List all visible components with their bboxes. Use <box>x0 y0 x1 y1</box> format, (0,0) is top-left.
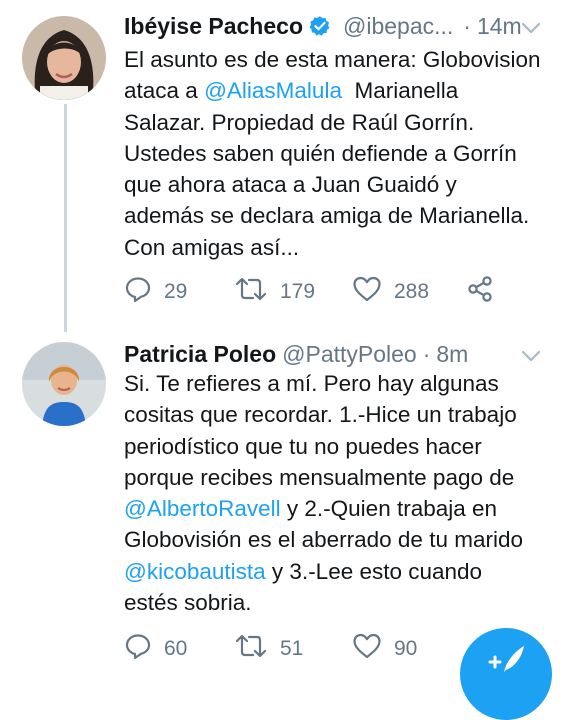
tweet-actions: 29 179 288 <box>124 275 555 309</box>
tweet-text-segment: Globovisión es el aberrado de tu marido <box>124 527 523 553</box>
tweet-text-line: Si. Te refieres a mí. Pero hay algunas <box>124 368 564 399</box>
tweet-text-segment: y 2.-Quien trabaja en <box>280 496 498 522</box>
reply-button[interactable]: 29 <box>124 275 187 309</box>
tweet-text-segment: y 3.-Lee esto cuando <box>265 558 483 584</box>
tweet-patricia-poleo[interactable]: Patricia Poleo @PattyPoleo · 8m Si. Te r… <box>0 332 575 676</box>
tweet-text-segment: Marianella <box>341 78 459 104</box>
retweet-button[interactable]: 51 <box>234 632 303 666</box>
heart-icon <box>352 632 394 666</box>
reply-icon <box>124 632 164 666</box>
dot-separator: · <box>422 340 431 367</box>
tweet-text-segment: estés sobria. <box>124 590 252 616</box>
reply-count: 60 <box>164 637 188 660</box>
user-handle[interactable]: @PattyPoleo <box>282 341 417 368</box>
share-icon <box>466 275 506 309</box>
tweet-text-segment: Ustedes saben quién defiende a Gorrín <box>124 140 517 166</box>
retweet-button[interactable]: 179 <box>234 275 315 309</box>
avatar-ibeyise-pacheco[interactable] <box>22 16 106 100</box>
display-name[interactable]: Ibéyise Pacheco <box>124 13 303 40</box>
tweet-text-line: Ustedes saben quién defiende a Gorrín <box>124 138 564 169</box>
tweet-text-segment: porque recibes mensualmente pago de <box>124 464 515 490</box>
tweet-text-line: estés sobria. <box>124 587 564 618</box>
thread-connector-line <box>64 104 67 332</box>
tweet-text-line: @kicobautista y 3.-Lee esto cuando <box>124 556 564 587</box>
heart-icon <box>352 275 394 309</box>
display-name[interactable]: Patricia Poleo <box>124 341 276 368</box>
compose-tweet-button[interactable] <box>460 628 552 720</box>
share-button[interactable] <box>466 275 506 309</box>
tweet-text: Si. Te refieres a mí. Pero hay algunas co… <box>124 368 564 618</box>
tweet-text-line: que ahora ataca a Juan Guaidó y <box>124 169 564 200</box>
tweet-text-line: porque recibes mensualmente pago de <box>124 462 564 493</box>
reply-icon <box>124 275 164 309</box>
tweet-text-segment: que ahora ataca a Juan Guaidó y <box>124 172 457 198</box>
tweet-header: Ibéyise Pacheco @ibepac... · 14m <box>124 10 555 42</box>
user-handle[interactable]: @ibepac... <box>343 13 453 40</box>
tweet-text: El asunto es de esta manera: Globovision… <box>124 44 564 263</box>
like-count: 90 <box>394 637 418 660</box>
tweet-text-line: Salazar. Propiedad de Raúl Gorrín. <box>124 107 564 138</box>
chevron-down-icon[interactable] <box>521 342 541 369</box>
retweet-icon <box>234 632 280 666</box>
tweet-text-line: El asunto es de esta manera: Globovision <box>124 44 564 75</box>
tweet-text-line: periodístico que tu no puedes hacer <box>124 431 564 462</box>
tweet-text-segment: Si. Te refieres a mí. Pero hay algunas <box>124 371 499 396</box>
dot-separator: · <box>463 12 471 39</box>
like-button[interactable]: 90 <box>352 632 417 666</box>
tweet-text-line: ataca a @AliasMalula Marianella <box>124 75 564 106</box>
timestamp[interactable]: 8m <box>436 341 468 368</box>
mention-link[interactable]: @kicobautista <box>124 559 266 584</box>
mention-link[interactable]: @AliasMalula <box>204 78 342 103</box>
tweet-text-line: cositas que recordar. 1.-Hice un trabajo <box>124 399 564 430</box>
tweet-text-segment: Con amigas así... <box>124 234 300 260</box>
like-button[interactable]: 288 <box>352 275 429 309</box>
reply-button[interactable]: 60 <box>124 632 187 666</box>
tweet-text-line: @AlbertoRavell y 2.-Quien trabaja en <box>124 493 564 524</box>
retweet-count: 51 <box>280 637 304 660</box>
mention-link[interactable]: @AlbertoRavell <box>124 496 281 521</box>
tweet-text-segment: periodístico que tu no puedes hacer <box>124 433 482 459</box>
tweet-header: Patricia Poleo @PattyPoleo · 8m <box>124 338 555 370</box>
chevron-down-icon[interactable] <box>521 14 541 41</box>
tweet-text-segment: ataca a <box>124 78 205 104</box>
tweet-text-line: Globovisión es el aberrado de tu marido <box>124 524 564 555</box>
retweet-count: 179 <box>280 280 316 303</box>
tweet-text-segment: Salazar. Propiedad de Raúl Gorrín. <box>124 109 475 135</box>
tweet-text-line: además se declara amiga de Marianella. <box>124 200 564 231</box>
tweet-text-segment: El asunto es de esta manera: Globovision <box>124 47 541 72</box>
tweet-ibeyise-pacheco[interactable]: Ibéyise Pacheco @ibepac... · 14m El asun… <box>0 0 575 332</box>
reply-count: 29 <box>164 280 188 303</box>
timestamp[interactable]: 14m <box>477 13 522 40</box>
like-count: 288 <box>394 280 430 303</box>
retweet-icon <box>234 275 280 309</box>
avatar-patricia-poleo[interactable] <box>22 342 106 426</box>
tweet-text-line: Con amigas así... <box>124 232 564 263</box>
compose-tweet-icon <box>486 642 526 679</box>
tweet-text-segment: cositas que recordar. 1.-Hice un trabajo <box>124 402 517 428</box>
verified-badge-icon <box>309 15 331 37</box>
tweet-text-segment: además se declara amiga de Marianella. <box>124 203 530 229</box>
